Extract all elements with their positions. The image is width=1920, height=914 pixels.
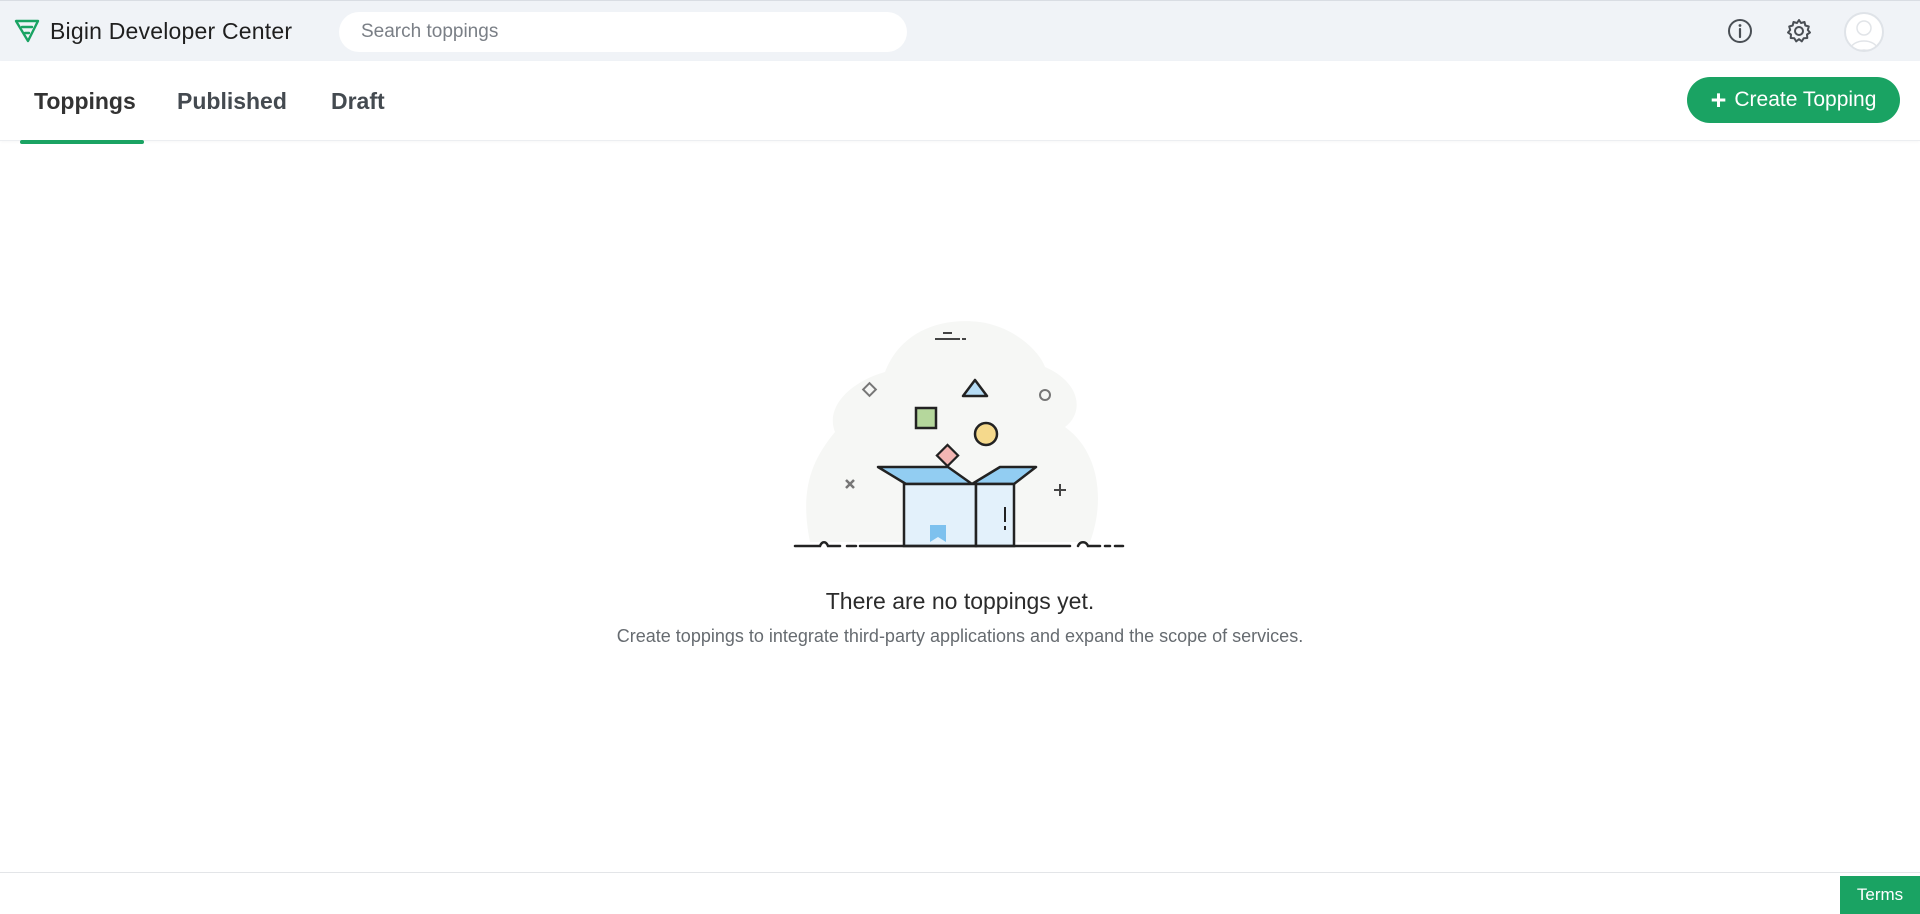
- plus-icon: +: [1710, 84, 1727, 115]
- empty-state-title: There are no toppings yet.: [825, 588, 1095, 614]
- tab-toppings[interactable]: Toppings: [34, 61, 136, 141]
- active-tab-indicator: [20, 140, 144, 144]
- empty-box-illustration: [793, 321, 1125, 548]
- create-topping-label: Create Topping: [1734, 88, 1877, 111]
- empty-state-subtitle: Create toppings to integrate third-party…: [616, 626, 1304, 646]
- tab-label: Published: [177, 87, 287, 114]
- bigin-logo-icon: [14, 19, 40, 43]
- top-bar: Bigin Developer Center: [0, 0, 1920, 61]
- tab-draft[interactable]: Draft: [331, 61, 385, 141]
- tab-published[interactable]: Published: [177, 61, 287, 141]
- brand[interactable]: Bigin Developer Center: [14, 15, 292, 47]
- search-input[interactable]: [339, 12, 907, 52]
- app-title: Bigin Developer Center: [50, 17, 293, 44]
- gear-icon: [1787, 19, 1811, 43]
- user-avatar-icon: [1849, 20, 1879, 50]
- info-button[interactable]: [1724, 15, 1756, 47]
- create-topping-button[interactable]: + Create Topping: [1687, 77, 1900, 123]
- settings-button[interactable]: [1783, 15, 1815, 47]
- tab-label: Toppings: [34, 87, 136, 114]
- tab-bar: Toppings Published Draft: [0, 61, 1920, 141]
- avatar[interactable]: [1844, 12, 1884, 52]
- footer: [0, 872, 1920, 914]
- info-icon: [1728, 19, 1752, 43]
- tab-label: Draft: [331, 87, 385, 114]
- terms-link[interactable]: Terms: [1840, 876, 1920, 914]
